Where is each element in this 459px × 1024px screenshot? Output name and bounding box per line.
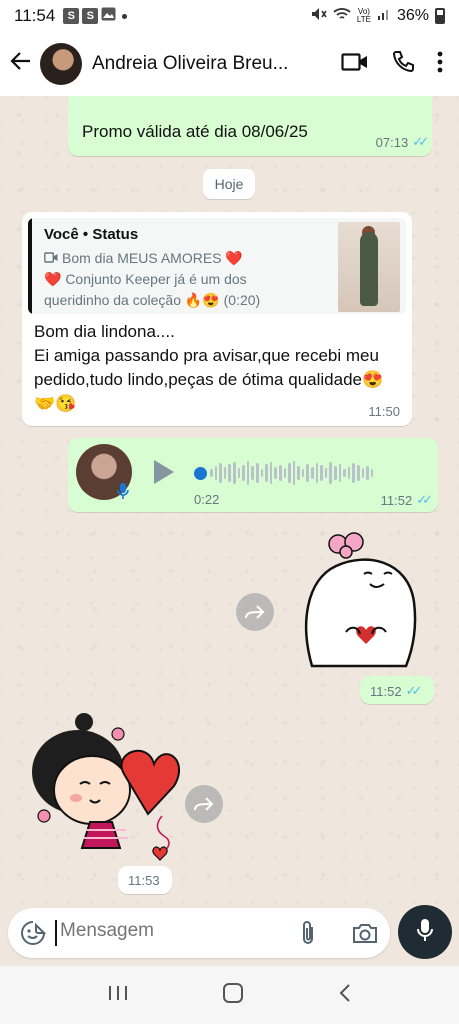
text-caret (55, 920, 57, 946)
attach-icon[interactable] (298, 919, 318, 952)
sticker-time-pill: 11:52 ✓✓ (360, 676, 434, 704)
recent-apps-icon[interactable] (107, 984, 129, 1007)
quoted-status[interactable]: Você • Status Bom dia MEUS AMORES ❤️ ❤️ … (28, 218, 406, 314)
message-reply-status[interactable]: Você • Status Bom dia MEUS AMORES ❤️ ❤️ … (22, 212, 412, 426)
message-text: Promo válida até dia 08/06/25 (82, 122, 308, 141)
back-arrow-icon[interactable] (10, 50, 38, 78)
status-bar: 11:54 S S Vo) LTE 36% (0, 0, 459, 32)
app-notification-icon: S (82, 8, 99, 24)
read-ticks-icon: ✓✓ (405, 683, 423, 698)
wifi-icon (333, 7, 351, 26)
message-text: Bom dia lindona.... Ei amiga passando pr… (34, 322, 384, 413)
mute-icon (311, 7, 327, 26)
forward-icon[interactable] (236, 593, 274, 631)
message-meta: 07:13 ✓✓ (375, 134, 429, 150)
battery-icon (435, 8, 445, 24)
video-status-icon (44, 248, 58, 269)
message-voice[interactable]: 0:22 11:52 ✓✓ (68, 438, 438, 512)
forward-icon[interactable] (185, 785, 223, 823)
video-call-icon[interactable] (341, 52, 369, 77)
read-ticks-icon: ✓✓ (416, 492, 433, 507)
message-time: 11:53 (128, 873, 160, 888)
more-notifications-dot (122, 13, 128, 19)
quote-line-1: Bom dia MEUS AMORES ❤️ (62, 250, 243, 266)
sticker-emoji-icon[interactable] (20, 920, 47, 951)
message-meta: 11:50 (368, 404, 400, 419)
signal-icon (377, 7, 391, 26)
app-notification-icon: S (63, 8, 80, 24)
read-ticks-icon: ✓✓ (412, 134, 429, 149)
gallery-notification-icon (101, 7, 116, 26)
system-nav-bar (0, 966, 459, 1024)
home-icon[interactable] (222, 982, 244, 1009)
message-input[interactable] (60, 920, 280, 942)
message-time: 11:52 (380, 492, 413, 508)
quote-line-2: ❤️ Conjunto Keeper já é um dos queridinh… (44, 271, 261, 308)
playback-scrubber[interactable] (194, 467, 207, 480)
message-time: 11:50 (368, 404, 400, 419)
message-time: 11:52 (370, 683, 402, 699)
chat-header: Andreia Oliveira Breu... (0, 32, 459, 96)
more-options-icon[interactable] (437, 51, 443, 78)
camera-icon[interactable] (352, 921, 378, 950)
voice-duration: 0:22 (194, 492, 220, 507)
mic-badge-icon (116, 482, 130, 500)
play-icon[interactable] (154, 460, 174, 484)
quote-bar (28, 218, 32, 314)
contact-name[interactable]: Andreia Oliveira Breu... (92, 53, 297, 75)
date-chip: Hoje (203, 169, 255, 199)
contact-avatar[interactable] (40, 43, 82, 85)
battery-percent: 36% (396, 7, 429, 24)
message-promo[interactable]: Promo válida até dia 08/06/25 07:13 ✓✓ (68, 96, 432, 156)
mic-icon (416, 918, 434, 947)
quote-text: Bom dia MEUS AMORES ❤️ ❤️ Conjunto Keepe… (44, 248, 314, 311)
sticker-girl-heart[interactable] (20, 712, 181, 868)
sticker-time-pill: 11:53 (118, 866, 172, 894)
back-nav-icon[interactable] (338, 983, 352, 1008)
status-thumbnail (338, 222, 400, 312)
voice-call-icon[interactable] (391, 50, 415, 79)
chat-area[interactable]: Promo válida até dia 08/06/25 07:13 ✓✓ H… (0, 96, 459, 910)
quote-author: Você • Status (44, 226, 139, 243)
message-meta: 11:52 ✓✓ (380, 492, 433, 508)
voice-record-button[interactable] (398, 905, 452, 959)
status-time: 11:54 (14, 6, 56, 25)
message-composer (8, 908, 390, 958)
volte-icon: Vo) LTE (356, 7, 371, 24)
status-right: Vo) LTE 36% (311, 7, 445, 26)
sticker-blob-heart[interactable] (296, 524, 420, 674)
voice-waveform[interactable] (210, 458, 410, 488)
message-time: 07:13 (375, 134, 409, 150)
